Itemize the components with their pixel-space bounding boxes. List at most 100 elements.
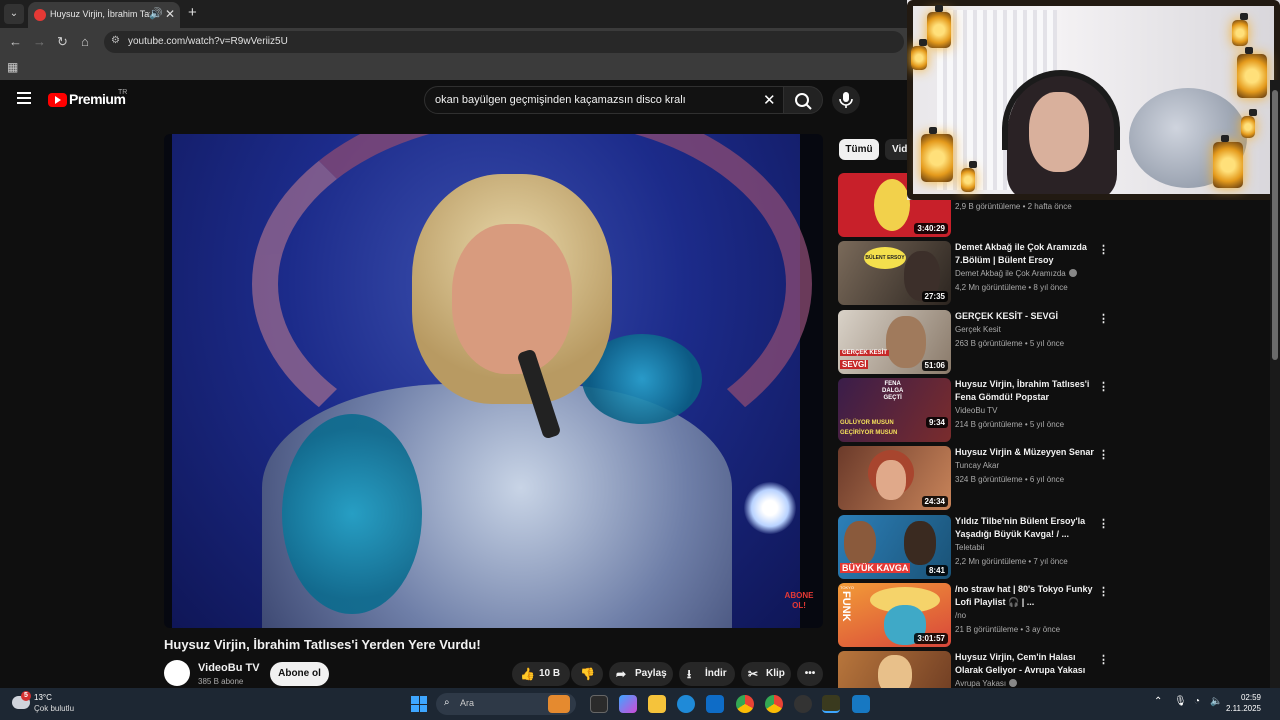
stage-spotlight bbox=[744, 482, 796, 534]
search-input[interactable]: okan bayülgen geçmişinden kaçamazsın dis… bbox=[424, 86, 784, 114]
video-thumbnail[interactable]: GERÇEK KESİT SEVGİ 51:06 bbox=[838, 310, 951, 374]
apps-grid-icon[interactable]: ▦ bbox=[7, 60, 18, 74]
duration-badge: 8:41 bbox=[925, 565, 948, 576]
recommendation-item[interactable]: GERÇEK KESİT SEVGİ 51:06 GERÇEK KESİT - … bbox=[838, 310, 1109, 374]
speaker-icon[interactable]: 🔊 bbox=[149, 7, 163, 20]
url-text: youtube.com/watch?v=R9wVeriiz5U bbox=[128, 36, 288, 47]
channel-name: /no bbox=[955, 611, 967, 620]
microphone-icon[interactable]: 🎙 bbox=[1174, 696, 1187, 707]
video-meta: 2,9 B görüntüleme • 2 hafta önce bbox=[955, 202, 1072, 211]
chrome-profile-icon[interactable] bbox=[765, 695, 783, 713]
youtube-logo-icon[interactable] bbox=[48, 93, 67, 107]
more-actions-button[interactable]: ••• bbox=[797, 662, 823, 686]
clock-date[interactable]: 2.11.2025 bbox=[1219, 704, 1261, 713]
thumbs-up-icon: 👍 bbox=[520, 667, 535, 681]
video-thumbnail[interactable]: 24:34 bbox=[838, 446, 951, 510]
recommendation-item[interactable]: Huysuz Virjin, Cem'in Halası Olarak Geli… bbox=[838, 651, 1108, 688]
youtube-logo-text[interactable]: Premium bbox=[69, 91, 126, 107]
clip-button[interactable]: ✂ Klip bbox=[741, 662, 791, 686]
weather-description[interactable]: Çok bulutlu bbox=[34, 704, 74, 713]
more-vertical-icon[interactable]: ⋮ bbox=[1098, 653, 1108, 666]
video-title: Yıldız Tilbe'nin Bülent Ersoy'la Yaşadığ… bbox=[955, 516, 1086, 539]
windows-taskbar: 5 13°C Çok bulutlu ⌕ Ara ⌃ 🎙 ◔ 🔈 02:59 2… bbox=[0, 688, 1280, 720]
lantern-icon bbox=[1232, 13, 1248, 46]
app-window-icon[interactable] bbox=[852, 695, 870, 713]
home-icon[interactable]: ⌂ bbox=[81, 34, 89, 49]
forward-arrow-icon[interactable]: → bbox=[33, 34, 46, 49]
video-meta: 324 B görüntüleme • 6 yıl önce bbox=[955, 475, 1065, 484]
lantern-icon bbox=[1241, 109, 1257, 138]
active-app-icon[interactable] bbox=[822, 695, 840, 713]
download-label: İndir bbox=[705, 668, 727, 679]
video-thumbnail[interactable]: BÜYÜK KAVGA 8:41 bbox=[838, 515, 951, 579]
wifi-icon[interactable]: ◔ bbox=[1194, 696, 1200, 707]
clock-time[interactable]: 02:59 bbox=[1219, 693, 1261, 702]
video-thumbnail[interactable]: FENA DALGA GEÇTİ GÜLÜYOR MUSUN GEÇİRİYOR M… bbox=[838, 378, 951, 442]
share-button[interactable]: ➦ Paylaş bbox=[609, 662, 673, 686]
channel-avatar[interactable] bbox=[164, 660, 190, 686]
url-bar[interactable]: ⚙ youtube.com/watch?v=R9wVeriiz5U bbox=[104, 31, 904, 53]
video-meta: 2,2 Mn görüntüleme • 7 yıl önce bbox=[955, 557, 1068, 566]
taskbar-search[interactable]: ⌕ Ara bbox=[436, 693, 576, 715]
recommendation-item[interactable]: BÜLENT ERSOY 27:35 Demet Akbağ ile Çok A… bbox=[838, 241, 1109, 305]
more-vertical-icon[interactable]: ⋮ bbox=[1098, 243, 1109, 256]
copilot-icon[interactable] bbox=[619, 695, 637, 713]
task-view-icon[interactable] bbox=[590, 695, 608, 713]
webcam-overlay bbox=[907, 0, 1280, 200]
subscriber-count: 385 B abone bbox=[198, 677, 244, 686]
video-thumbnail[interactable]: TOKYO FUNK 3:01:57 bbox=[838, 583, 951, 647]
more-vertical-icon[interactable]: ⋮ bbox=[1098, 312, 1109, 325]
clip-label: Klip bbox=[766, 668, 785, 679]
search-icon: ⌕ bbox=[444, 697, 450, 708]
more-vertical-icon[interactable]: ⋮ bbox=[1098, 380, 1109, 393]
recommendation-item[interactable]: BÜYÜK KAVGA 8:41 Yıldız Tilbe'nin Bülent… bbox=[838, 515, 1109, 579]
page-scrollbar[interactable] bbox=[1270, 80, 1280, 688]
new-tab-icon[interactable]: + bbox=[188, 4, 197, 21]
chrome-icon[interactable] bbox=[736, 695, 754, 713]
download-icon: ⭳ bbox=[687, 667, 692, 681]
subscribe-button[interactable]: Abone ol bbox=[270, 662, 329, 686]
tab-search-icon[interactable]: ⌄ bbox=[4, 4, 24, 24]
recommendation-item[interactable]: TOKYO FUNK 3:01:57 /no straw hat | 80's … bbox=[838, 583, 1109, 647]
site-info-icon[interactable]: ⚙ bbox=[111, 35, 120, 46]
chevron-up-icon[interactable]: ⌃ bbox=[1154, 696, 1162, 707]
video-title: Huysuz Virjin & Müzeyyen Senar bbox=[955, 447, 1094, 457]
weather-temperature[interactable]: 13°C bbox=[34, 693, 52, 702]
more-vertical-icon[interactable]: ⋮ bbox=[1098, 517, 1109, 530]
video-thumbnail[interactable] bbox=[838, 651, 951, 688]
voice-search-button[interactable] bbox=[832, 86, 860, 114]
more-vertical-icon[interactable]: ⋮ bbox=[1098, 585, 1109, 598]
file-explorer-icon[interactable] bbox=[648, 695, 666, 713]
dislike-button[interactable]: 👎 bbox=[571, 662, 603, 686]
share-label: Paylaş bbox=[635, 668, 667, 679]
search-query: okan bayülgen geçmişinden kaçamazsın dis… bbox=[435, 94, 686, 106]
like-count: 10 B bbox=[539, 668, 561, 679]
search-button[interactable] bbox=[783, 86, 823, 114]
download-button[interactable]: ⭳ İndir bbox=[679, 662, 735, 686]
like-button[interactable]: 👍 10 B bbox=[512, 662, 570, 686]
close-tab-icon[interactable]: ✕ bbox=[165, 7, 175, 21]
lantern-icon bbox=[1213, 135, 1243, 188]
reload-icon[interactable]: ↻ bbox=[57, 34, 68, 50]
edge-icon[interactable] bbox=[677, 695, 695, 713]
thumbs-down-icon: 👎 bbox=[580, 667, 595, 681]
video-thumbnail[interactable]: BÜLENT ERSOY 27:35 bbox=[838, 241, 951, 305]
chip-all[interactable]: Tümü bbox=[839, 139, 879, 160]
back-arrow-icon[interactable]: ← bbox=[9, 34, 22, 49]
obs-icon[interactable] bbox=[794, 695, 812, 713]
clear-search-icon[interactable]: ✕ bbox=[763, 91, 776, 109]
windows-start-icon[interactable] bbox=[411, 696, 427, 712]
recommendation-item[interactable]: 24:34 Huysuz Virjin & Müzeyyen Senar Tun… bbox=[838, 446, 1109, 510]
video-meta: 214 B görüntüleme • 5 yıl önce bbox=[955, 420, 1065, 429]
browser-tab[interactable]: Huysuz Virjin, İbrahim Tatlı 🔊 ✕ bbox=[28, 2, 180, 28]
store-icon[interactable] bbox=[706, 695, 724, 713]
video-title: Huysuz Virjin, İbrahim Tatlıses'i Fena G… bbox=[955, 379, 1090, 402]
recommendation-item[interactable]: FENA DALGA GEÇTİ GÜLÜYOR MUSUN GEÇİRİYOR M… bbox=[838, 378, 1109, 442]
channel-name[interactable]: VideoBu TV bbox=[198, 662, 260, 674]
menu-icon[interactable] bbox=[17, 92, 31, 104]
channel-name: Tuncay Akar bbox=[955, 461, 1000, 470]
scrollbar-thumb[interactable] bbox=[1272, 90, 1278, 360]
youtube-favicon-icon bbox=[34, 9, 46, 21]
video-player[interactable]: ABONE OL! bbox=[164, 134, 823, 628]
more-vertical-icon[interactable]: ⋮ bbox=[1098, 448, 1109, 461]
